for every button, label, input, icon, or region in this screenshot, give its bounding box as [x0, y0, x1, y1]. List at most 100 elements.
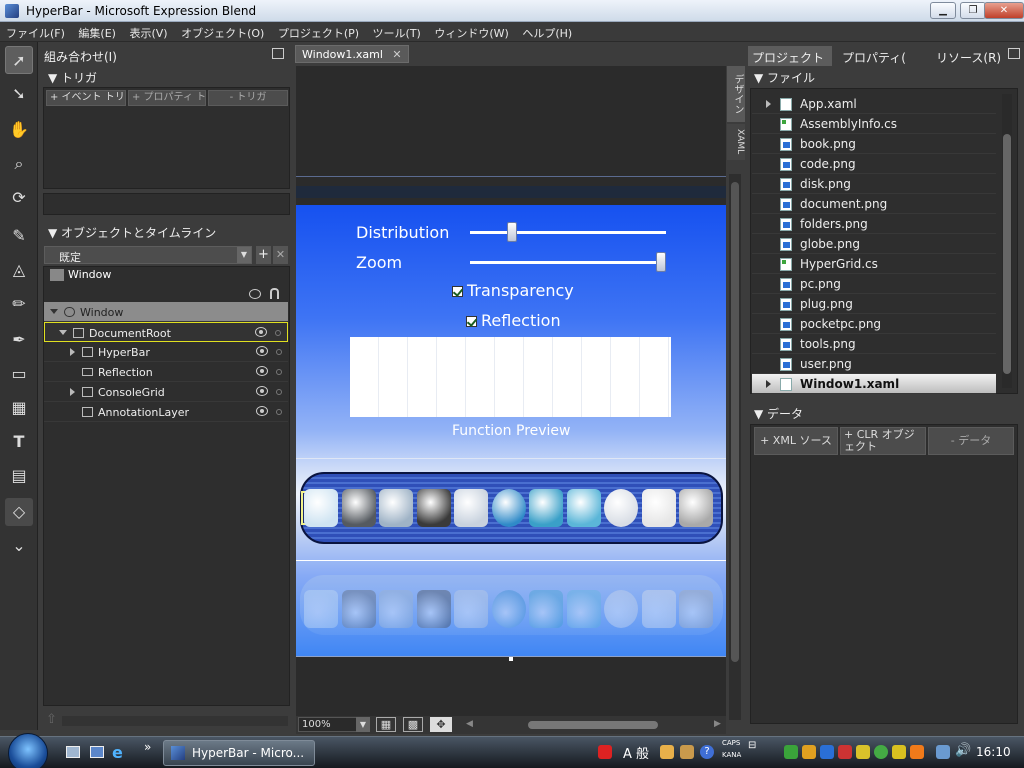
alert-icon[interactable] [598, 745, 612, 759]
camera-orbit-tool-icon[interactable]: ⟳ [5, 184, 33, 212]
paint-bucket-tool-icon[interactable]: ◬ [5, 256, 33, 284]
file-row[interactable]: book.png [752, 134, 996, 154]
menu-window[interactable]: ウィンドウ(W) [428, 22, 512, 41]
transparency-checkbox[interactable] [452, 286, 463, 297]
scope-up-icon[interactable] [50, 269, 64, 281]
menu-file[interactable]: ファイル(F) [0, 22, 69, 41]
file-row[interactable]: HyperGrid.cs [752, 254, 996, 274]
footprint-icon[interactable] [304, 489, 338, 527]
lock-dot-icon[interactable] [276, 349, 282, 355]
eye-icon[interactable] [256, 406, 268, 416]
eye-icon[interactable] [249, 289, 261, 299]
zoom-slider[interactable] [470, 261, 666, 264]
timeline-combo[interactable]: 既定 ▼ [44, 246, 252, 264]
file-row[interactable]: disk.png [752, 174, 996, 194]
remove-data-button[interactable]: - データ [928, 427, 1014, 455]
taskbar-item-hyperbar[interactable]: HyperBar - Micro... [163, 740, 315, 766]
file-row[interactable]: tools.png [752, 334, 996, 354]
snap-to-snaplines-icon[interactable]: ✥ [430, 717, 452, 732]
help-icon[interactable]: ? [700, 745, 714, 759]
remove-trigger-button[interactable]: - トリガ [208, 90, 288, 106]
eye-icon[interactable] [255, 327, 267, 337]
menu-tools[interactable]: ツール(T) [367, 22, 425, 41]
magnifier-icon[interactable] [641, 489, 676, 527]
lock-dot-icon[interactable] [276, 409, 282, 415]
controls-tool-icon[interactable]: ▤ [5, 462, 33, 490]
menu-project[interactable]: プロジェクト(P) [272, 22, 363, 41]
grid-tool-icon[interactable]: ▦ [5, 394, 33, 422]
file-row[interactable]: code.png [752, 154, 996, 174]
distribution-slider-thumb[interactable] [507, 222, 518, 242]
laptop-icon[interactable] [454, 489, 488, 527]
tray-app-icon[interactable] [910, 745, 924, 759]
files-scrollbar[interactable] [1002, 94, 1012, 388]
plug-icon[interactable] [416, 489, 451, 527]
pocketpc-icon[interactable] [566, 489, 601, 527]
tray-app-icon[interactable] [892, 745, 906, 759]
selection-tool-icon[interactable]: ➚ [5, 46, 33, 74]
restore-button[interactable]: ❐ [960, 2, 986, 19]
start-button[interactable] [8, 733, 48, 768]
vertical-scroll-thumb[interactable] [731, 182, 739, 662]
tray-app-icon[interactable] [820, 745, 834, 759]
ime-options-icon[interactable]: ⊟ [748, 740, 756, 751]
close-tab-icon[interactable]: ✕ [392, 48, 401, 61]
file-row[interactable]: plug.png [752, 294, 996, 314]
file-row[interactable]: AssemblyInfo.cs [752, 114, 996, 134]
objects-timeline-title[interactable]: ▼ オブジェクトとタイムライン [48, 224, 216, 241]
lock-icon[interactable] [270, 288, 279, 299]
expand-icon[interactable] [70, 388, 75, 396]
scroll-left-icon[interactable]: ◀ [466, 719, 473, 729]
clock[interactable]: 16:10 [976, 745, 1011, 759]
new-timeline-button[interactable]: + [256, 246, 271, 264]
snap-to-grid-icon[interactable]: ▩ [403, 717, 423, 732]
eye-icon[interactable] [256, 346, 268, 356]
add-clr-object-button[interactable]: + CLR オブジェクト [840, 427, 926, 455]
expand-icon[interactable] [70, 348, 75, 356]
scope-up-arrow-icon[interactable]: ⇧ [46, 712, 57, 727]
text-tool-icon[interactable]: T [5, 428, 33, 456]
menu-view[interactable]: 表示(V) [123, 22, 171, 41]
chevron-down-icon[interactable]: ▼ [356, 717, 370, 732]
lock-dot-icon[interactable] [276, 369, 282, 375]
files-title[interactable]: ▼ ファイル [754, 69, 815, 86]
vertical-scrollbar[interactable] [729, 174, 741, 720]
security-shield-icon[interactable] [802, 745, 816, 759]
file-row[interactable]: pc.png [752, 274, 996, 294]
tray-app-icon[interactable] [784, 745, 798, 759]
tray-app-icon[interactable] [856, 745, 870, 759]
minimize-button[interactable]: ▁ [930, 2, 956, 19]
add-event-trigger-button[interactable]: + イベント トリ [46, 90, 126, 106]
file-row[interactable]: folders.png [752, 214, 996, 234]
rectangle-tool-icon[interactable]: ▭ [5, 360, 33, 388]
grid-toggle-icon[interactable]: ▦ [376, 717, 396, 732]
brush-transform-tool-icon[interactable]: ✏ [5, 290, 33, 318]
tab-window1-xaml[interactable]: Window1.xaml ✕ [295, 45, 409, 63]
tree-row-annotationlayer[interactable]: AnnotationLayer [44, 402, 288, 422]
file-row[interactable]: App.xaml [752, 94, 996, 114]
globe-icon[interactable] [491, 489, 526, 527]
file-row[interactable]: globe.png [752, 234, 996, 254]
popout-icon[interactable] [272, 48, 284, 59]
show-desktop-icon[interactable] [66, 746, 80, 758]
resize-handle[interactable] [509, 657, 513, 661]
file-row[interactable]: document.png [752, 194, 996, 214]
file-row[interactable]: user.png [752, 354, 996, 374]
drill-icon[interactable] [341, 489, 376, 527]
ime-pad-icon[interactable] [660, 745, 674, 759]
menu-edit[interactable]: 編集(E) [72, 22, 120, 41]
network-icon[interactable] [936, 745, 950, 759]
pen-tool-icon[interactable]: ✒ [5, 326, 33, 354]
tree-horizontal-scrollbar[interactable] [62, 716, 288, 726]
tab-properties[interactable]: プロパティ( [842, 46, 906, 66]
tab-resources[interactable]: リソース(R) [936, 46, 1001, 66]
book-icon[interactable] [529, 489, 563, 527]
collapse-icon[interactable] [50, 309, 58, 314]
reflection-checkbox[interactable] [466, 316, 477, 327]
tree-row-hyperbar[interactable]: HyperBar [44, 342, 288, 362]
add-property-trigger-button[interactable]: + プロパティ ト [128, 90, 206, 106]
internet-explorer-icon[interactable]: e [112, 743, 123, 762]
zoom-tool-icon[interactable]: ⌕ [5, 150, 33, 178]
disc-icon[interactable] [604, 489, 638, 527]
file-row[interactable]: pocketpc.png [752, 314, 996, 334]
